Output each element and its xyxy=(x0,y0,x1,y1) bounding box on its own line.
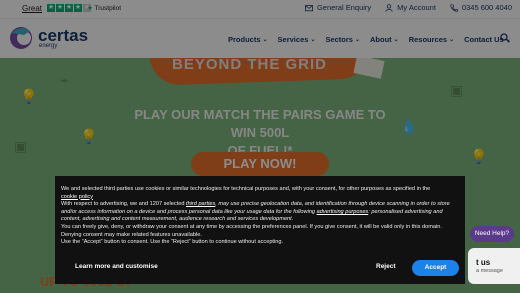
cookie-paragraph-4: Use the “Accept” button to consent. Use … xyxy=(61,239,284,246)
cookie-consent-dialog: We and selected third parties use cookie… xyxy=(55,176,465,284)
advertising-purposes-link[interactable]: advertising purposes xyxy=(317,209,369,215)
need-help-button[interactable]: Need Help? xyxy=(470,226,514,242)
cookie-policy-link[interactable]: cookie policy xyxy=(61,194,93,200)
cookie-paragraph-2: With respect to advertising, we and 1207… xyxy=(61,201,459,224)
cookie-paragraph-1: We and selected third parties use cookie… xyxy=(61,186,459,201)
chat-title: t us xyxy=(476,258,491,267)
accept-button[interactable]: Accept xyxy=(412,260,459,276)
third-parties-link[interactable]: third parties xyxy=(186,201,215,207)
cookie-actions: Learn more and customise Reject Accept xyxy=(55,260,465,276)
cookie-paragraph-3: You can freely give, deny, or withdraw y… xyxy=(61,223,442,238)
learn-more-button[interactable]: Learn more and customise xyxy=(75,263,158,270)
reject-button[interactable]: Reject xyxy=(376,263,396,270)
chat-subtitle: a message xyxy=(476,268,503,274)
cookie-text: We and selected third parties use cookie… xyxy=(61,186,431,192)
chat-widget[interactable]: t us a message xyxy=(468,248,520,284)
cookie-text: With respect to advertising, we and 1207… xyxy=(61,201,185,208)
